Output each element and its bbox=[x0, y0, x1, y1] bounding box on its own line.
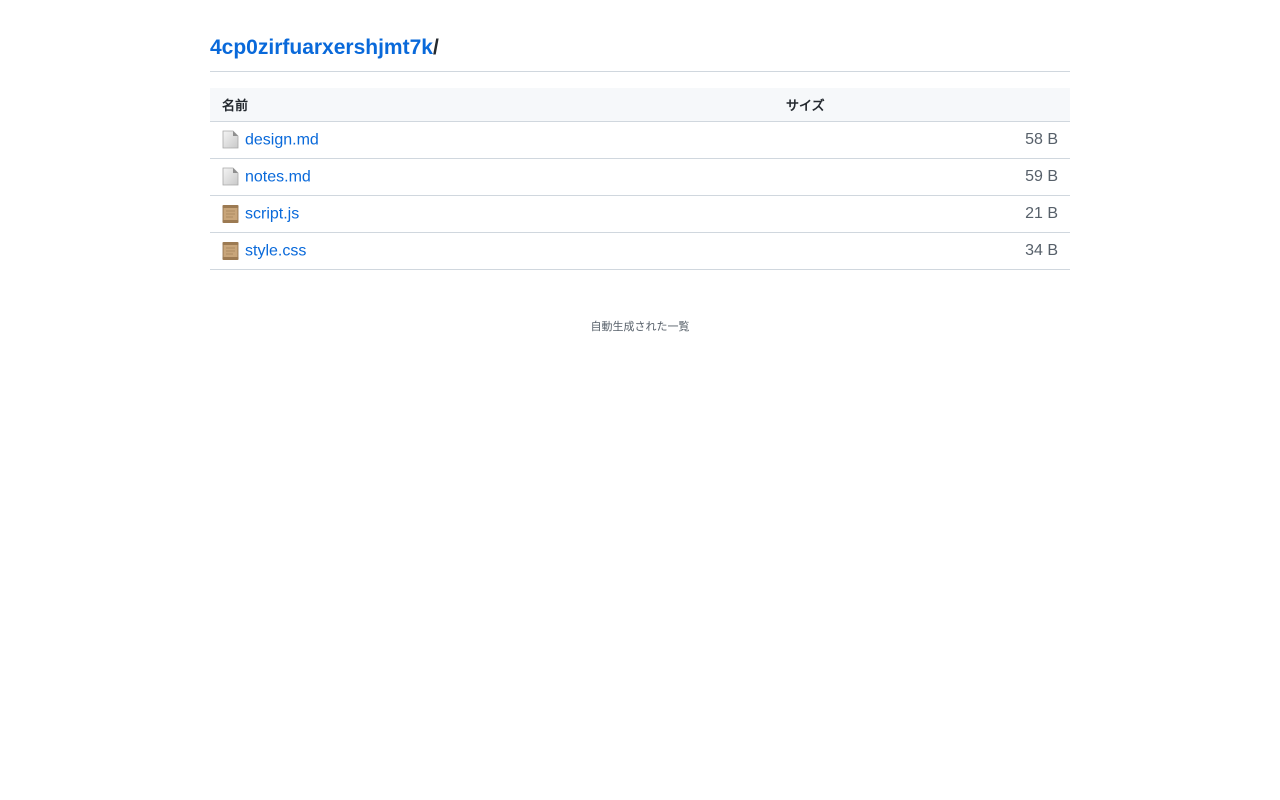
document-icon bbox=[222, 130, 239, 149]
file-size-cell: 58 B bbox=[774, 121, 1070, 159]
column-header-size[interactable]: サイズ bbox=[774, 88, 1070, 122]
document-icon bbox=[222, 167, 239, 186]
table-row: script.js 21 B bbox=[210, 195, 1070, 233]
column-header-name[interactable]: 名前 bbox=[210, 88, 774, 122]
script-icon bbox=[222, 241, 239, 260]
file-size-cell: 59 B bbox=[774, 158, 1070, 196]
file-link[interactable]: script.js bbox=[245, 205, 299, 222]
script-icon bbox=[222, 204, 239, 223]
file-link[interactable]: design.md bbox=[245, 131, 319, 148]
page-title: 4cp0zirfuarxershjmt7k/ bbox=[210, 0, 1070, 72]
listing-container: 4cp0zirfuarxershjmt7k/ 名前 サイズ design.md bbox=[210, 0, 1070, 270]
file-name-cell: script.js bbox=[210, 195, 774, 233]
directory-link[interactable]: 4cp0zirfuarxershjmt7k bbox=[210, 36, 433, 59]
file-size-cell: 21 B bbox=[774, 195, 1070, 233]
table-row: style.css 34 B bbox=[210, 232, 1070, 270]
file-name-cell: style.css bbox=[210, 232, 774, 270]
file-table: 名前 サイズ design.md 58 B notes.md 59 B scri… bbox=[210, 88, 1070, 270]
file-size-cell: 34 B bbox=[774, 232, 1070, 270]
file-link[interactable]: style.css bbox=[245, 242, 306, 259]
table-row: notes.md 59 B bbox=[210, 158, 1070, 196]
file-name-cell: design.md bbox=[210, 121, 774, 159]
table-header-row: 名前 サイズ bbox=[210, 88, 1070, 122]
file-name-cell: notes.md bbox=[210, 158, 774, 196]
table-row: design.md 58 B bbox=[210, 121, 1070, 159]
file-link[interactable]: notes.md bbox=[245, 168, 311, 185]
path-separator: / bbox=[432, 36, 439, 59]
footer-text: 自動生成された一覧 bbox=[590, 321, 690, 333]
